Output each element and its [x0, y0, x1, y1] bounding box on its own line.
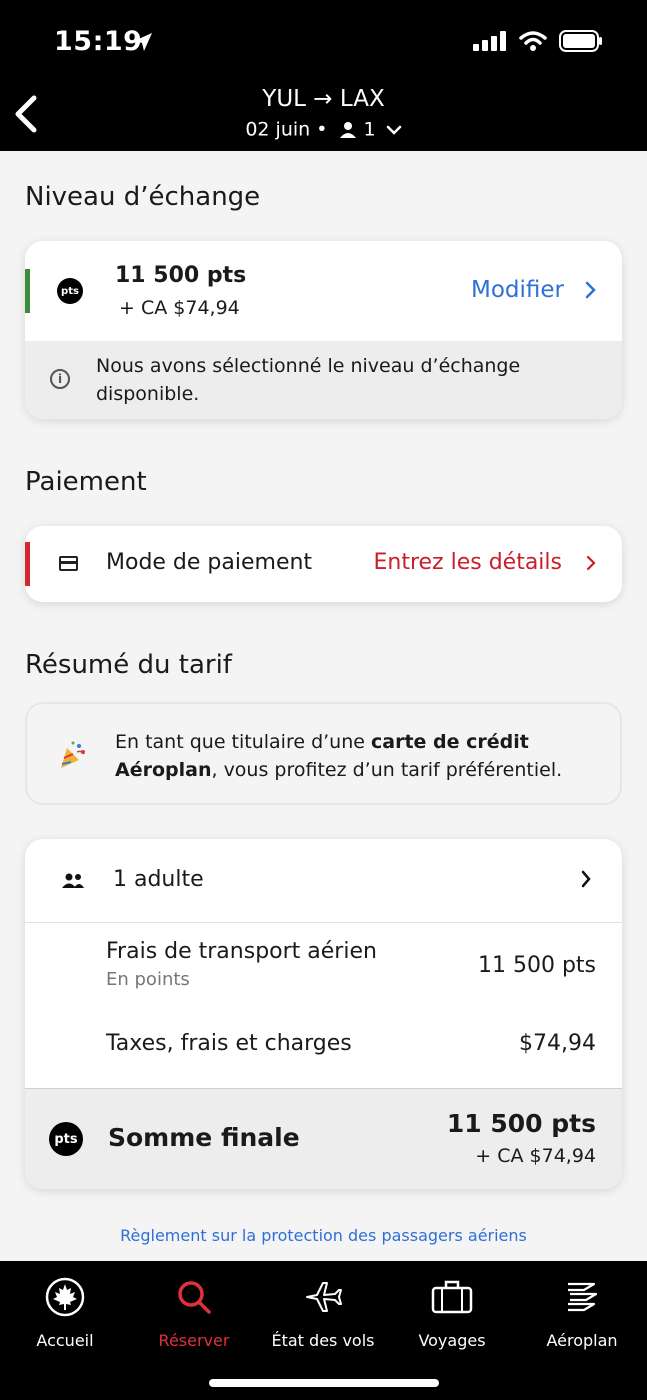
status-time: 15:19 [54, 26, 143, 57]
payment-section-title: Paiement [25, 467, 147, 497]
redemption-points: 11 500 pts [115, 263, 247, 288]
redemption-cash: + CA $74,94 [119, 297, 240, 319]
wifi-icon [519, 31, 547, 51]
signal-icon [473, 31, 506, 51]
enter-details-link[interactable]: Entrez les détails [373, 550, 596, 575]
redemption-row[interactable]: pts 11 500 pts + CA $74,94 Modifier [25, 241, 622, 341]
info-icon: i [50, 369, 70, 389]
total-row: pts Somme finale 11 500 pts + CA $74,94 [25, 1089, 622, 1189]
redemption-card: pts 11 500 pts + CA $74,94 Modifier i No… [25, 241, 622, 419]
suitcase-icon [431, 1280, 473, 1314]
fare-summary-card: 1 adulte Frais de transport aérien En po… [25, 839, 622, 1189]
transport-fare-row: Frais de transport aérien En points 11 5… [25, 923, 622, 1019]
chevron-down-icon [386, 125, 401, 135]
aeroplan-icon [568, 1282, 598, 1312]
selected-indicator [25, 269, 30, 313]
transport-sublabel: En points [106, 969, 190, 990]
party-popper-icon [61, 741, 85, 768]
taxes-row: Taxes, frais et charges $74,94 [25, 1019, 622, 1089]
redemption-info: i Nous avons sélectionné le niveau d’éch… [25, 341, 622, 419]
trip-summary[interactable]: 02 juin • 1 [0, 118, 647, 141]
chevron-right-icon [581, 870, 591, 888]
promo-text: En tant que titulaire d’une carte de cré… [115, 728, 595, 784]
person-icon [340, 121, 357, 138]
taxes-label: Taxes, frais et charges [106, 1031, 352, 1056]
trip-date: 02 juin • [245, 118, 328, 141]
tab-label: Réserver [158, 1331, 230, 1350]
points-badge-icon: pts [49, 1122, 83, 1156]
modify-label: Modifier [471, 277, 564, 303]
redemption-info-text: Nous avons sélectionné le niveau d’échan… [96, 355, 521, 405]
enter-details-label: Entrez les détails [373, 550, 562, 575]
status-icons [473, 30, 603, 52]
chevron-right-icon [586, 555, 596, 570]
adult-row[interactable]: 1 adulte [25, 839, 622, 923]
adult-label: 1 adulte [113, 867, 204, 892]
tab-book[interactable]: Réserver [129, 1275, 259, 1350]
modify-button[interactable]: Modifier [471, 277, 596, 303]
chevron-right-icon [585, 281, 596, 299]
location-arrow-icon [134, 33, 152, 51]
taxes-value: $74,94 [519, 1031, 596, 1056]
points-badge-icon: pts [57, 278, 83, 304]
battery-icon [559, 30, 602, 52]
fare-summary-title: Résumé du tarif [25, 650, 232, 680]
transport-value: 11 500 pts [477, 953, 596, 978]
tab-home[interactable]: Accueil [0, 1275, 130, 1350]
payment-method-row[interactable]: Mode de paiement Entrez les détails [25, 526, 622, 602]
tab-trips[interactable]: Voyages [387, 1275, 517, 1350]
people-icon [62, 873, 84, 888]
credit-card-icon [59, 556, 78, 571]
promo-text-prefix: En tant que titulaire d’une [115, 731, 371, 753]
tab-label: Voyages [418, 1331, 486, 1350]
payment-method-label: Mode de paiement [106, 550, 313, 575]
passenger-count: 1 [363, 118, 376, 141]
tab-flight-status[interactable]: État des vols [258, 1275, 388, 1350]
home-indicator [209, 1379, 439, 1387]
passenger-protection-link[interactable]: Règlement sur la protection des passager… [0, 1226, 647, 1245]
tab-label: État des vols [271, 1331, 375, 1350]
tab-label: Aéroplan [546, 1331, 618, 1350]
required-indicator [25, 542, 30, 586]
promo-banner: En tant que titulaire d’une carte de cré… [25, 702, 622, 805]
transport-label: Frais de transport aérien [106, 939, 377, 964]
route-title: YUL → LAX [262, 86, 385, 112]
search-icon [178, 1281, 211, 1314]
tab-aeroplan[interactable]: Aéroplan [517, 1275, 647, 1350]
total-cash: + CA $74,94 [475, 1145, 596, 1167]
total-label: Somme finale [108, 1123, 300, 1152]
redemption-section-title: Niveau d’échange [25, 182, 261, 212]
total-points: 11 500 pts [446, 1109, 596, 1138]
tab-label: Accueil [36, 1331, 94, 1350]
promo-text-suffix: , vous profitez d’un tarif préférentiel. [211, 759, 563, 781]
top-header: 15:19 YUL → LAX 02 juin • 1 [0, 0, 647, 151]
maple-leaf-icon [45, 1277, 85, 1317]
plane-icon [306, 1282, 342, 1312]
